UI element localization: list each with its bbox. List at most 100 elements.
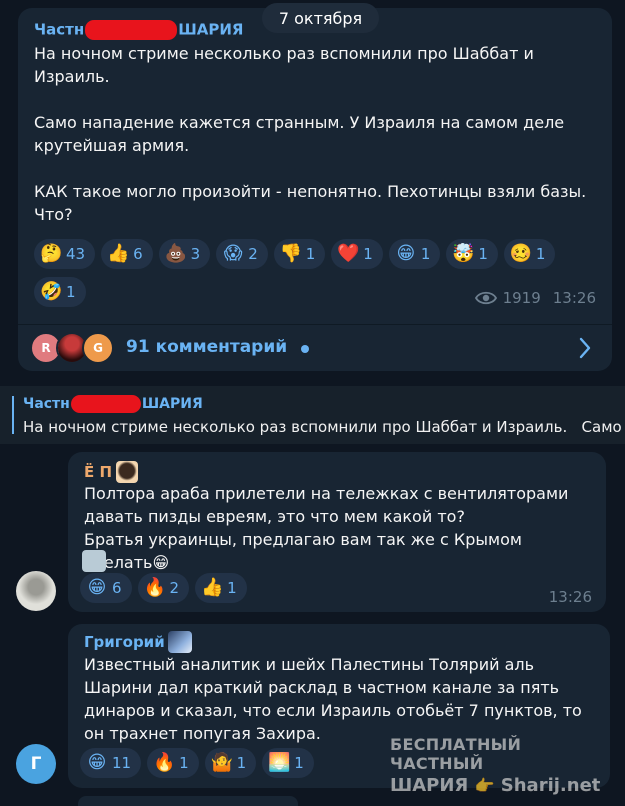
reaction-pill[interactable]: 😱 2 [216, 239, 268, 269]
reaction-count: 6 [112, 579, 122, 597]
eye-icon [474, 291, 497, 305]
author-name: Ё П [84, 463, 113, 481]
reaction-emoji-icon: 💩 [164, 243, 188, 264]
comment-avatar-2[interactable]: Г [16, 744, 56, 784]
author-suffix: ШАРИЯ [178, 20, 244, 39]
reaction-count: 1 [236, 754, 247, 772]
reaction-emoji-icon: 🤔 [40, 243, 63, 264]
watermark-line-2: ШАРИЯ 👉 Sharij.net [390, 775, 615, 796]
reaction-emoji-icon: 🤯 [452, 243, 475, 264]
post-text: На ночном стриме несколько раз вспомнили… [34, 44, 587, 224]
reaction-count: 1 [535, 245, 546, 263]
reaction-count: 11 [112, 754, 132, 772]
reaction-emoji-icon: 🤷 [210, 752, 234, 773]
reply-text: На ночном стриме несколько раз вспомнили… [23, 418, 625, 436]
watermark: БЕСПЛАТНЫЙ ЧАСТНЫЙ ШАРИЯ 👉 Sharij.net [390, 735, 615, 796]
reaction-pill[interactable]: 🤔 43 [34, 239, 96, 269]
watermark-site: Sharij.net [500, 775, 601, 796]
watermark-brand: ШАРИЯ [390, 775, 469, 796]
avatar-letter: Г [30, 754, 42, 774]
date-text: 7 октября [278, 8, 363, 28]
reply-accent-bar [12, 396, 14, 434]
comment-author-1[interactable]: Ё П [84, 461, 139, 483]
redaction-mark [70, 395, 141, 413]
reaction-count: 1 [478, 245, 488, 263]
reply-author: Частн ШАРИЯ [23, 395, 203, 413]
channel-post: Частн ШАРИЯ На ночном стриме несколько ра… [18, 8, 612, 371]
reaction-pill[interactable]: ❤️ 1 [331, 239, 383, 269]
author-prefix: Частн [34, 20, 85, 39]
chevron-right-icon [579, 337, 591, 359]
reaction-pill[interactable]: 🤯 1 [446, 239, 498, 269]
reaction-emoji-icon: 👎 [279, 243, 303, 264]
reaction-count: 1 [179, 754, 189, 772]
reaction-emoji-icon: 🌅 [268, 752, 291, 773]
unread-dot [301, 345, 309, 353]
reaction-emoji-icon: 😁 [396, 243, 416, 264]
reaction-count: 1 [305, 245, 316, 263]
comments-count-label: 91 комментарий [126, 337, 288, 357]
comment-1-reactions: 😁 6 🔥 2 👍 1 [80, 573, 247, 603]
reaction-count: 1 [227, 579, 237, 597]
watermark-line-1: БЕСПЛАТНЫЙ ЧАСТНЫЙ [390, 735, 522, 773]
comment-2-reactions: 😁 11 🔥 1 🤷 1 🌅 1 [80, 748, 314, 778]
comments-button[interactable]: R G 91 комментарий [18, 325, 612, 371]
reaction-pill[interactable]: 😁 6 [80, 573, 132, 603]
reaction-pill[interactable]: 🌅 1 [262, 748, 314, 778]
reaction-emoji-icon: 🔥 [143, 577, 166, 598]
reaction-pill[interactable]: 🥴 1 [503, 239, 556, 269]
reaction-count: 43 [66, 245, 86, 263]
reaction-pill[interactable]: 👍 1 [195, 573, 247, 603]
comment-bubble-1: Ё П Полтора араба прилетели на тележках … [68, 452, 606, 612]
reaction-count: 1 [363, 245, 373, 263]
author-prefix: Частн [23, 396, 70, 412]
post-author[interactable]: Частн ШАРИЯ [34, 20, 243, 40]
avatar-photo [16, 571, 56, 611]
reaction-pill[interactable]: 🔥 1 [147, 748, 199, 778]
reaction-pill[interactable]: 🤣 1 [34, 277, 86, 307]
reaction-pill[interactable]: 💩 3 [158, 239, 211, 269]
reaction-emoji-icon: 👍 [107, 243, 130, 264]
commenter-avatar-g: G [82, 332, 114, 364]
reaction-count: 1 [420, 245, 431, 263]
date-pill: 7 октября [262, 3, 379, 33]
post-time: 13:26 [552, 289, 596, 307]
author-emoji-badge [116, 461, 139, 483]
reaction-pill[interactable]: 🔥 2 [137, 573, 190, 603]
avatar-letter: G [93, 341, 103, 355]
reaction-emoji-icon: 🤣 [40, 281, 63, 302]
reaction-count: 2 [248, 245, 258, 263]
comment-time-1: 13:26 [548, 588, 592, 606]
comment-text-1: Полтора араба прилетели на тележках с ве… [84, 484, 569, 572]
reaction-emoji-icon: 😱 [223, 243, 243, 264]
reaction-emoji-icon: 🥴 [509, 243, 533, 264]
reaction-pill[interactable]: 😁 1 [388, 239, 441, 269]
sticker-emoji [82, 550, 106, 572]
reaction-pill[interactable]: 🤷 1 [204, 748, 257, 778]
comment-text-2: Известный аналитик и шейх Палестины Толя… [84, 655, 582, 743]
reaction-count: 3 [190, 245, 201, 263]
reaction-count: 1 [294, 754, 304, 772]
reaction-count: 2 [169, 579, 180, 597]
reaction-emoji-icon: ❤️ [337, 243, 360, 264]
author-name: Григорий [84, 633, 165, 651]
reaction-pill[interactable]: 😁 11 [80, 748, 142, 778]
redaction-mark [85, 20, 178, 40]
author-emoji-badge [167, 631, 192, 653]
reaction-emoji-icon: 😁 [87, 577, 107, 598]
avatar-letter: R [41, 341, 51, 355]
reaction-count: 6 [133, 245, 143, 263]
view-count: 1919 [502, 289, 541, 307]
pointing-hand-icon: 👉 [474, 776, 495, 795]
reaction-count: 1 [66, 283, 76, 301]
reaction-emoji-icon: 👍 [201, 577, 224, 598]
author-suffix: ШАРИЯ [141, 396, 203, 412]
reply-preview[interactable]: Частн ШАРИЯ На ночном стриме несколько ра… [0, 386, 625, 444]
next-comment-bubble [78, 796, 298, 806]
reaction-emoji-icon: 😁 [87, 752, 107, 773]
reaction-pill[interactable]: 👍 6 [101, 239, 153, 269]
post-meta: 1919 13:26 [474, 289, 596, 307]
comment-author-2[interactable]: Григорий [84, 631, 192, 653]
comment-avatar-1[interactable] [16, 571, 56, 611]
reaction-pill[interactable]: 👎 1 [273, 239, 326, 269]
